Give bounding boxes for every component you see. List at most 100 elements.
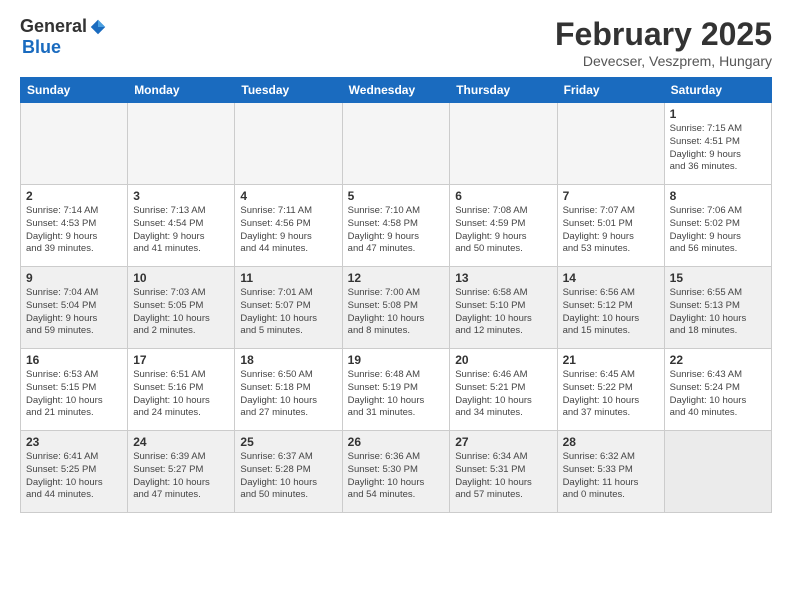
day-detail: Sunrise: 7:11 AM Sunset: 4:56 PM Dayligh… [240,205,336,256]
table-row: 17 Sunrise: 6:51 AM Sunset: 5:16 PM Dayli… [128,349,235,431]
day-detail: Sunrise: 7:00 AM Sunset: 5:08 PM Dayligh… [348,287,445,338]
table-row: 7 Sunrise: 7:07 AM Sunset: 5:01 PM Daylig… [557,185,664,267]
day-detail: Sunrise: 6:41 AM Sunset: 5:25 PM Dayligh… [26,451,122,502]
day-number: 1 [670,107,766,121]
table-row: 2 Sunrise: 7:14 AM Sunset: 4:53 PM Daylig… [21,185,128,267]
day-number: 23 [26,435,122,449]
day-number: 25 [240,435,336,449]
day-detail: Sunrise: 7:10 AM Sunset: 4:58 PM Dayligh… [348,205,445,256]
day-number: 8 [670,189,766,203]
day-number: 24 [133,435,229,449]
page: General Blue February 2025 Devecser, Ves… [0,0,792,523]
day-number: 4 [240,189,336,203]
logo-blue: Blue [22,37,61,57]
logo-general: General [20,16,87,37]
day-detail: Sunrise: 7:14 AM Sunset: 4:53 PM Dayligh… [26,205,122,256]
calendar-week-row: 23 Sunrise: 6:41 AM Sunset: 5:25 PM Dayli… [21,431,772,513]
col-tuesday: Tuesday [235,78,342,103]
day-detail: Sunrise: 6:56 AM Sunset: 5:12 PM Dayligh… [563,287,659,338]
day-number: 21 [563,353,659,367]
day-detail: Sunrise: 7:04 AM Sunset: 5:04 PM Dayligh… [26,287,122,338]
table-row: 21 Sunrise: 6:45 AM Sunset: 5:22 PM Dayli… [557,349,664,431]
day-detail: Sunrise: 6:37 AM Sunset: 5:28 PM Dayligh… [240,451,336,502]
day-number: 17 [133,353,229,367]
table-row: 15 Sunrise: 6:55 AM Sunset: 5:13 PM Dayli… [664,267,771,349]
table-row: 4 Sunrise: 7:11 AM Sunset: 4:56 PM Daylig… [235,185,342,267]
day-detail: Sunrise: 7:01 AM Sunset: 5:07 PM Dayligh… [240,287,336,338]
day-detail: Sunrise: 6:32 AM Sunset: 5:33 PM Dayligh… [563,451,659,502]
table-row: 9 Sunrise: 7:04 AM Sunset: 5:04 PM Daylig… [21,267,128,349]
table-row: 20 Sunrise: 6:46 AM Sunset: 5:21 PM Dayli… [450,349,557,431]
table-row: 11 Sunrise: 7:01 AM Sunset: 5:07 PM Dayli… [235,267,342,349]
table-row: 16 Sunrise: 6:53 AM Sunset: 5:15 PM Dayli… [21,349,128,431]
col-sunday: Sunday [21,78,128,103]
calendar-week-row: 16 Sunrise: 6:53 AM Sunset: 5:15 PM Dayli… [21,349,772,431]
header: General Blue February 2025 Devecser, Ves… [20,16,772,69]
day-number: 22 [670,353,766,367]
calendar-week-row: 9 Sunrise: 7:04 AM Sunset: 5:04 PM Daylig… [21,267,772,349]
table-row [21,103,128,185]
table-row: 27Sunrise: 6:34 AM Sunset: 5:31 PM Dayli… [450,431,557,513]
day-detail: Sunrise: 6:48 AM Sunset: 5:19 PM Dayligh… [348,369,445,420]
table-row: 3Sunrise: 7:13 AM Sunset: 4:54 PM Daylig… [128,185,235,267]
table-row: 12 Sunrise: 7:00 AM Sunset: 5:08 PM Dayli… [342,267,450,349]
table-row: 13 Sunrise: 6:58 AM Sunset: 5:10 PM Dayli… [450,267,557,349]
logo-icon [89,18,107,36]
table-row: 14 Sunrise: 6:56 AM Sunset: 5:12 PM Dayli… [557,267,664,349]
day-number: 20 [455,353,551,367]
title-area: February 2025 Devecser, Veszprem, Hungar… [555,16,772,69]
day-number: 2 [26,189,122,203]
day-detail: Sunrise: 7:15 AM Sunset: 4:51 PM Dayligh… [670,123,766,174]
table-row [450,103,557,185]
day-detail: Sunrise: 6:36 AM Sunset: 5:30 PM Dayligh… [348,451,445,502]
day-number: 13 [455,271,551,285]
day-detail: Sunrise: 6:51 AM Sunset: 5:16 PM Dayligh… [133,369,229,420]
table-row: 5 Sunrise: 7:10 AM Sunset: 4:58 PM Daylig… [342,185,450,267]
day-detail: Sunrise: 7:03 AM Sunset: 5:05 PM Dayligh… [133,287,229,338]
day-detail: Sunrise: 6:34 AM Sunset: 5:31 PM Dayligh… [455,451,551,502]
calendar: Sunday Monday Tuesday Wednesday Thursday… [20,77,772,513]
day-detail: Sunrise: 6:46 AM Sunset: 5:21 PM Dayligh… [455,369,551,420]
table-row: 19 Sunrise: 6:48 AM Sunset: 5:19 PM Dayli… [342,349,450,431]
table-row: 25 Sunrise: 6:37 AM Sunset: 5:28 PM Dayli… [235,431,342,513]
day-detail: Sunrise: 6:58 AM Sunset: 5:10 PM Dayligh… [455,287,551,338]
day-number: 14 [563,271,659,285]
day-number: 6 [455,189,551,203]
day-number: 7 [563,189,659,203]
day-number: 11 [240,271,336,285]
day-detail: Sunrise: 6:53 AM Sunset: 5:15 PM Dayligh… [26,369,122,420]
day-number: 5 [348,189,445,203]
col-monday: Monday [128,78,235,103]
day-number: 12 [348,271,445,285]
calendar-week-row: 2 Sunrise: 7:14 AM Sunset: 4:53 PM Daylig… [21,185,772,267]
day-detail: Sunrise: 6:43 AM Sunset: 5:24 PM Dayligh… [670,369,766,420]
table-row: 22 Sunrise: 6:43 AM Sunset: 5:24 PM Dayli… [664,349,771,431]
day-number: 9 [26,271,122,285]
table-row [128,103,235,185]
page-subtitle: Devecser, Veszprem, Hungary [555,53,772,69]
table-row: 6Sunrise: 7:08 AM Sunset: 4:59 PM Daylig… [450,185,557,267]
day-detail: Sunrise: 6:55 AM Sunset: 5:13 PM Dayligh… [670,287,766,338]
day-number: 16 [26,353,122,367]
logo: General Blue [20,16,107,58]
table-row: 18Sunrise: 6:50 AM Sunset: 5:18 PM Dayli… [235,349,342,431]
day-detail: Sunrise: 7:07 AM Sunset: 5:01 PM Dayligh… [563,205,659,256]
day-detail: Sunrise: 6:39 AM Sunset: 5:27 PM Dayligh… [133,451,229,502]
table-row: 10 Sunrise: 7:03 AM Sunset: 5:05 PM Dayli… [128,267,235,349]
table-row: 24 Sunrise: 6:39 AM Sunset: 5:27 PM Dayli… [128,431,235,513]
day-detail: Sunrise: 6:45 AM Sunset: 5:22 PM Dayligh… [563,369,659,420]
calendar-header-row: Sunday Monday Tuesday Wednesday Thursday… [21,78,772,103]
day-number: 10 [133,271,229,285]
day-number: 15 [670,271,766,285]
day-number: 19 [348,353,445,367]
table-row: 23 Sunrise: 6:41 AM Sunset: 5:25 PM Dayli… [21,431,128,513]
col-thursday: Thursday [450,78,557,103]
col-wednesday: Wednesday [342,78,450,103]
table-row: 1 Sunrise: 7:15 AM Sunset: 4:51 PM Daylig… [664,103,771,185]
day-number: 3 [133,189,229,203]
day-number: 26 [348,435,445,449]
day-detail: Sunrise: 6:50 AM Sunset: 5:18 PM Dayligh… [240,369,336,420]
col-friday: Friday [557,78,664,103]
table-row [235,103,342,185]
table-row: 28Sunrise: 6:32 AM Sunset: 5:33 PM Dayli… [557,431,664,513]
